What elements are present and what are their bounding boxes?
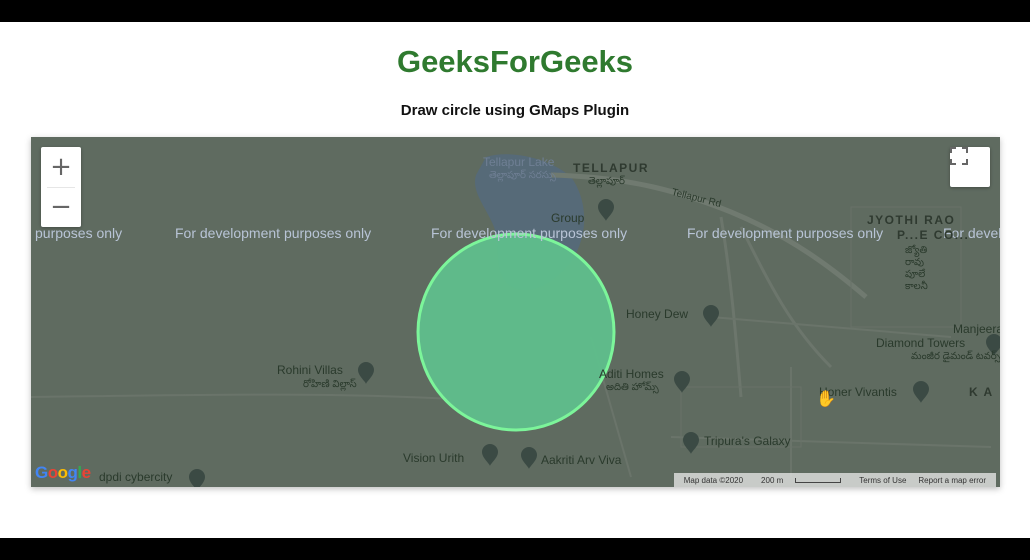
road-line bbox=[739, 226, 833, 369]
place-label: మంజీర డైమండ్ టవర్స్ bbox=[911, 351, 1000, 362]
place-label: dpdi cybercity bbox=[99, 470, 173, 484]
zoom-control: + − bbox=[41, 147, 81, 227]
fullscreen-button[interactable] bbox=[950, 147, 990, 187]
pin-icon bbox=[358, 362, 374, 384]
terms-link[interactable]: Terms of Use bbox=[859, 476, 906, 485]
dev-watermark: purposes only For development purposes o… bbox=[31, 225, 1000, 245]
watermark-text: For development purposes only bbox=[175, 225, 372, 241]
place-label: రోహిణి విల్లాస్ bbox=[303, 379, 357, 390]
place-label: Aditi Homes bbox=[599, 367, 664, 381]
place-label: Rohini Villas bbox=[277, 363, 343, 377]
scale-label: 200 m bbox=[761, 475, 784, 485]
fullscreen-icon bbox=[950, 147, 968, 165]
area-label-ka: K A bbox=[969, 385, 994, 399]
watermark-text: For development purposes only bbox=[431, 225, 628, 241]
area-label-tellapur: TELLAPUR bbox=[573, 161, 649, 175]
pin-icon bbox=[521, 447, 537, 469]
pin-icon bbox=[683, 432, 699, 454]
map-attribution: Map data ©2020 200 m Terms of Use Report… bbox=[673, 473, 996, 487]
pin-icon bbox=[598, 199, 614, 221]
zoom-in-button[interactable]: + bbox=[41, 147, 81, 187]
place-label: అదితి హోమ్స్ bbox=[606, 382, 659, 393]
page-title: GeeksForGeeks bbox=[396, 44, 634, 79]
place-label: Vision Urith bbox=[403, 451, 465, 465]
pin-icon bbox=[674, 371, 690, 393]
pin-icon bbox=[482, 444, 498, 466]
report-error-link[interactable]: Report a map error bbox=[918, 476, 986, 485]
pin-icon bbox=[703, 305, 719, 327]
page-subtitle: Draw circle using GMaps Plugin bbox=[400, 102, 630, 119]
map-data-text: Map data ©2020 bbox=[683, 475, 744, 485]
watermark-text: purposes only bbox=[35, 225, 123, 241]
page-body: GeeksForGeeks Draw circle using GMaps Pl… bbox=[0, 22, 1030, 538]
area-label-jyothi-te: జ్యోతి రావు పూలే కాలనీ bbox=[905, 245, 928, 292]
place-label: Diamond Towers bbox=[876, 336, 966, 350]
area-label-jyothi: JYOTHI RAO bbox=[867, 213, 956, 227]
place-label: Aakriti Arv Viva bbox=[541, 453, 622, 467]
place-label: Manjeera bbox=[953, 322, 1000, 336]
road-line bbox=[31, 393, 452, 400]
place-label: Tripura's Galaxy bbox=[704, 434, 791, 448]
hand-cursor-icon: ✋ bbox=[816, 389, 836, 408]
area-label-tellapur-te: తెల్లాపూర్ bbox=[588, 176, 625, 187]
drawn-circle[interactable] bbox=[416, 232, 616, 432]
zoom-out-button[interactable]: − bbox=[41, 187, 81, 227]
scale-bar bbox=[795, 477, 842, 483]
map-container[interactable]: purposes only For development purposes o… bbox=[31, 137, 1000, 487]
place-label: Tellapur Lake bbox=[483, 155, 555, 169]
place-label: తెల్లాపూర్ సరస్సు bbox=[489, 170, 556, 181]
scale-indicator[interactable]: 200 m bbox=[755, 476, 847, 485]
watermark-text: For development purposes only bbox=[687, 225, 884, 241]
area-label-jyothi-2: P...E CO... bbox=[897, 228, 970, 242]
place-label: Group bbox=[551, 211, 585, 225]
google-logo: Google bbox=[35, 463, 91, 482]
map-tiles bbox=[31, 154, 1000, 487]
pin-icon bbox=[189, 469, 205, 487]
place-label: Honey Dew bbox=[626, 307, 689, 321]
pin-icon bbox=[913, 381, 929, 403]
